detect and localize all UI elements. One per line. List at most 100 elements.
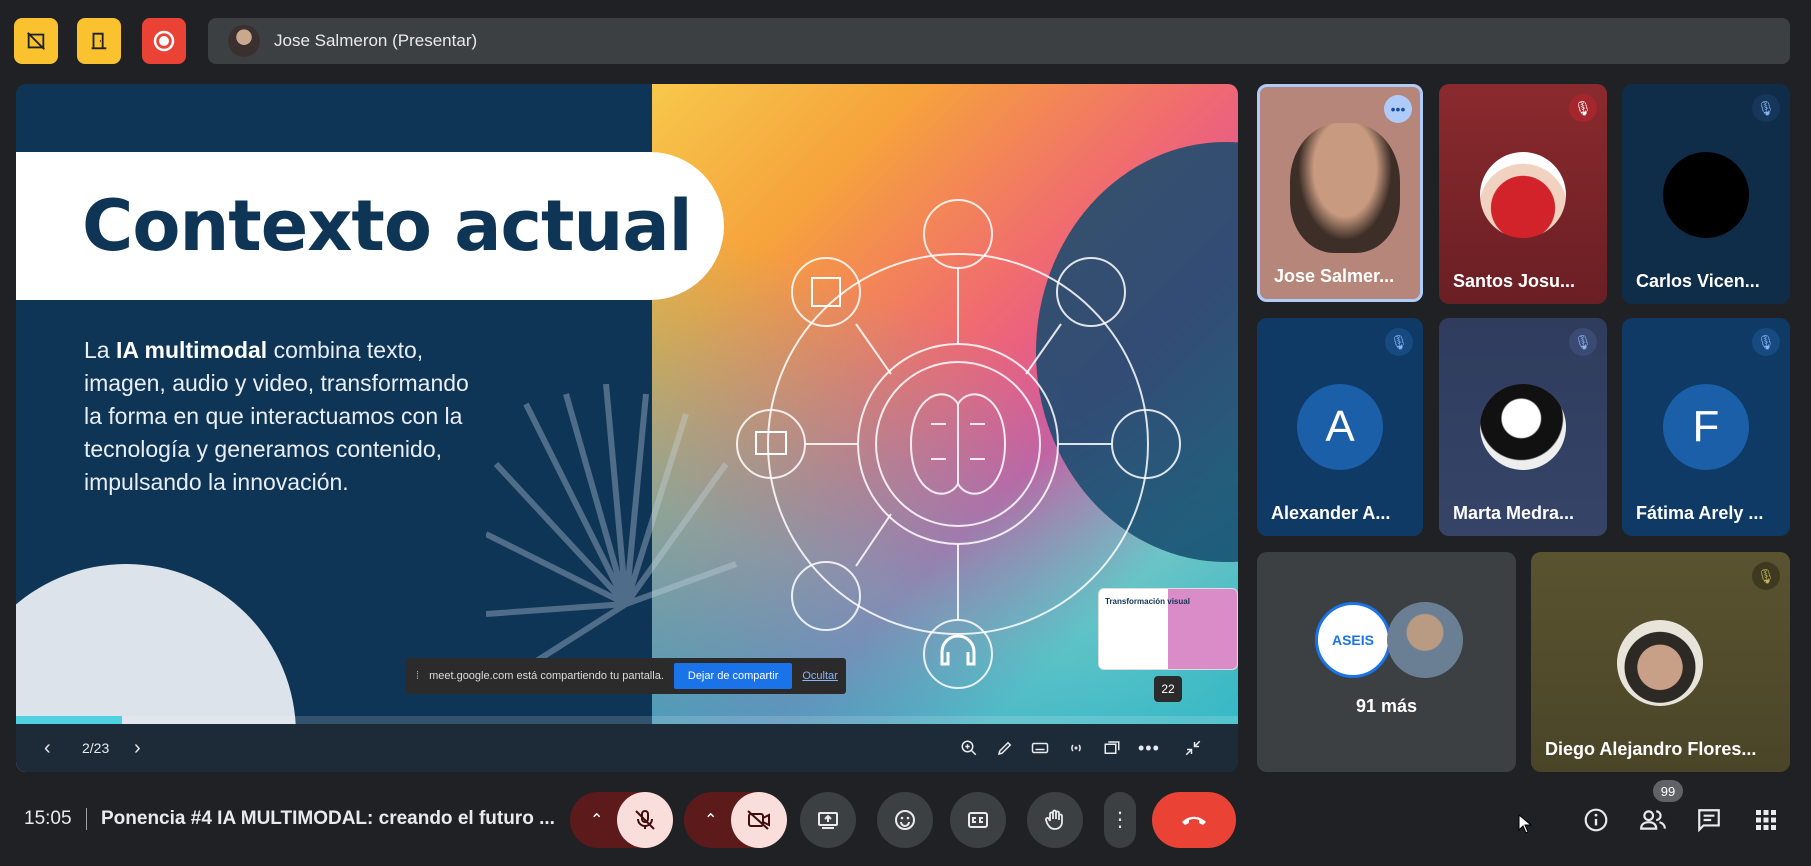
windows-icon[interactable]: [1102, 739, 1122, 757]
next-slide-icon[interactable]: ›: [134, 737, 141, 760]
drag-handle-icon[interactable]: ⁞: [416, 670, 419, 682]
slide-rays-decoration: [486, 384, 738, 677]
participant-avatar: [1480, 152, 1566, 238]
organization-avatar: ASEIS: [1315, 602, 1391, 678]
more-options-icon[interactable]: •••: [1384, 95, 1412, 123]
participant-name: Alexander A...: [1271, 503, 1391, 523]
slide-progress-fill: [16, 716, 123, 724]
presenter-label: Jose Salmeron (Presentar): [274, 31, 478, 50]
mic-off-icon: 🎙: [1569, 94, 1597, 122]
chat-button[interactable]: [1689, 800, 1729, 840]
mic-off-icon: 🎙: [1752, 328, 1780, 356]
prev-slide-icon[interactable]: ‹: [44, 737, 51, 760]
chevron-up-icon: ⌃: [704, 812, 718, 829]
camera-off-icon: [747, 810, 770, 830]
participant-avatar: [1617, 620, 1703, 706]
participant-video: [1290, 123, 1400, 253]
mic-off-icon: 🎙: [1569, 328, 1597, 356]
present-icon: [818, 812, 838, 829]
hide-annotations-button[interactable]: [14, 18, 58, 64]
more-vert-icon: ⋮: [1110, 809, 1130, 831]
avatar-initial: F: [1692, 402, 1720, 451]
people-icon: [1640, 810, 1666, 830]
mic-off-icon: [635, 810, 655, 830]
participant-tile[interactable]: 🎙 Marta Medra...: [1439, 318, 1607, 536]
slide-body-bold: IA multimodal: [115, 337, 268, 363]
recording-button[interactable]: [142, 18, 186, 64]
breakout-rooms-button[interactable]: [77, 18, 121, 64]
participant-name: Marta Medra...: [1453, 503, 1575, 523]
present-screen-button[interactable]: [800, 792, 856, 848]
slide-progress-bar: [16, 716, 1238, 724]
emoji-icon: [895, 810, 915, 830]
keyboard-icon[interactable]: [1030, 739, 1050, 757]
slide-title: Contexto actual: [82, 185, 693, 267]
activities-button[interactable]: [1746, 800, 1786, 840]
no-annotate-icon: [27, 32, 45, 50]
closed-captions-icon: [968, 812, 988, 828]
mic-off-icon: 🎙: [1752, 94, 1780, 122]
participant-avatar: [1387, 602, 1463, 678]
exit-fullscreen-icon[interactable]: [1184, 739, 1202, 757]
participant-tile[interactable]: 🎙 Santos Josu...: [1439, 84, 1607, 304]
slide-title-pill: Contexto actual: [16, 152, 724, 300]
divider: [86, 808, 87, 830]
more-participants-tile[interactable]: ASEIS 91 más: [1257, 552, 1516, 772]
current-time: 15:05: [24, 808, 72, 829]
broadcast-icon[interactable]: [1066, 739, 1086, 757]
participant-name: Fátima Arely ...: [1636, 503, 1764, 523]
zoom-in-icon[interactable]: [960, 739, 978, 757]
more-participants-label: 91 más: [1355, 696, 1418, 716]
participant-tile[interactable]: 🎙 Diego Alejandro Flores...: [1531, 552, 1790, 772]
captions-button[interactable]: [950, 792, 1006, 848]
end-call-icon: [1182, 816, 1206, 825]
participant-avatar: [1480, 384, 1566, 470]
meeting-details-button[interactable]: [1576, 800, 1616, 840]
hand-icon: [1045, 809, 1063, 830]
people-button[interactable]: [1633, 800, 1673, 840]
stop-sharing-button[interactable]: Dejar de compartir: [673, 663, 793, 689]
hide-notice-link[interactable]: Ocultar: [802, 670, 837, 682]
chevron-up-icon: ⌃: [590, 812, 604, 829]
participant-tile[interactable]: 🎙 Carlos Vicen...: [1622, 84, 1790, 304]
presenter-bar[interactable]: Jose Salmeron (Presentar): [208, 18, 1790, 64]
meeting-title: Ponencia #4 IA MULTIMODAL: creando el fu…: [101, 808, 555, 829]
raise-hand-button[interactable]: [1027, 792, 1083, 848]
apps-grid-icon: [1756, 810, 1776, 830]
screen-share-notice: ⁞ meet.google.com está compartiendo tu p…: [406, 658, 846, 694]
slide-body-pre: La: [84, 337, 116, 363]
record-icon: [153, 30, 175, 52]
info-icon: [1584, 808, 1608, 832]
participant-tile[interactable]: 🎙 A Alexander A...: [1257, 318, 1423, 536]
reactions-button[interactable]: [877, 792, 933, 848]
camera-toggle-button[interactable]: [731, 792, 787, 848]
thumbnail-title: Transformación visual: [1105, 597, 1190, 606]
participant-avatar: F: [1663, 384, 1749, 470]
cursor-icon: [1518, 814, 1532, 834]
door-icon: [91, 32, 107, 50]
participant-tile[interactable]: 🎙 F Fátima Arely ...: [1622, 318, 1790, 536]
share-notice-text: meet.google.com está compartiendo tu pan…: [429, 670, 664, 682]
more-options-button[interactable]: ⋮: [1104, 792, 1136, 848]
avatar-initial: A: [1325, 402, 1355, 451]
participant-name: Carlos Vicen...: [1636, 271, 1760, 291]
people-count-badge: 99: [1653, 780, 1683, 802]
participant-tile[interactable]: ••• Jose Salmer...: [1257, 84, 1423, 302]
pen-icon[interactable]: [996, 739, 1014, 757]
participant-avatar: [1663, 152, 1749, 238]
organization-logo-text: ASEIS: [1331, 632, 1374, 648]
slide-body-text: La IA multimodal combina texto, imagen, …: [84, 334, 484, 499]
mic-off-icon: 🎙: [1752, 562, 1780, 590]
leave-call-button[interactable]: [1152, 792, 1236, 848]
participant-avatar: A: [1297, 384, 1383, 470]
people-count: 99: [1660, 783, 1676, 799]
participant-name: Diego Alejandro Flores...: [1545, 739, 1757, 759]
presenter-avatar: [228, 25, 260, 57]
slide-control-bar: ‹ 2/23 › •••: [16, 724, 1238, 772]
slide-count-badge: 22: [1154, 676, 1182, 702]
microphone-toggle-button[interactable]: [617, 792, 673, 848]
presentation-stage: Contexto actual La IA multimodal combina…: [16, 84, 1238, 772]
more-options-icon[interactable]: •••: [1138, 738, 1160, 759]
participant-name: Jose Salmer...: [1274, 266, 1395, 286]
slide-thumbnail[interactable]: Transformación visual: [1098, 588, 1238, 670]
